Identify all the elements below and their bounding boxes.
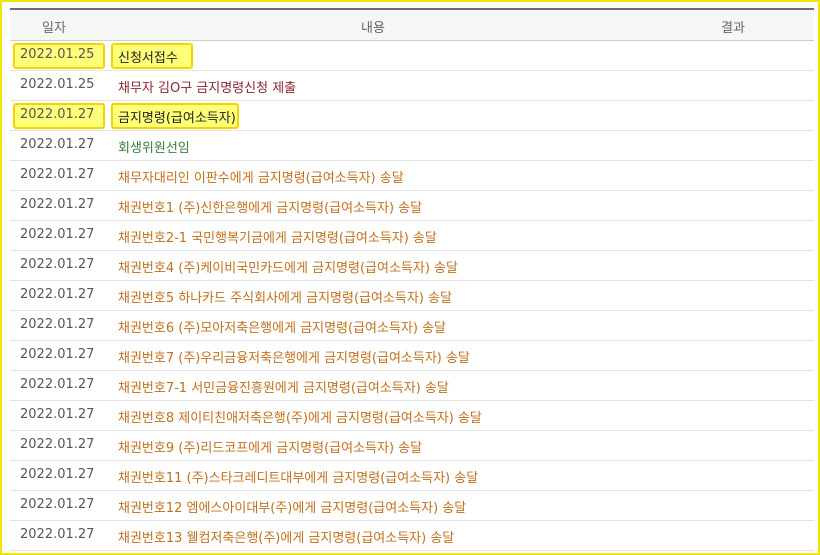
row-content: 채무자 김O구 금지명령신청 제출 [118, 81, 297, 96]
table-row: 2022.01.27 채권번호13 웰컴저축은행(주)에게 금지명령(급여소득자… [10, 521, 814, 551]
row-date: 2022.01.27 [20, 257, 95, 272]
row-date: 2022.01.27 [20, 227, 95, 242]
table-row: 2022.01.27 채무자대리인 이판수에게 금지명령(급여소득자) 송달 [10, 161, 814, 191]
row-content: 채권번호1 (주)신한은행에게 금지명령(급여소득자) 송달 [118, 201, 423, 216]
row-content: 신청서접수 [118, 51, 178, 66]
table-row: 2022.01.27 채권번호7 (주)우리금융저축은행에게 금지명령(급여소득… [10, 341, 814, 371]
row-date: 2022.01.27 [20, 137, 95, 152]
header-content: 내용 [361, 21, 385, 36]
table-row: 2022.01.27 채권번호8 제이티친애저축은행(주)에게 금지명령(급여소… [10, 401, 814, 431]
case-history-table: 일자 내용 결과 2022.01.25 신청서접수 2022.01.25 채무자… [10, 8, 814, 551]
header-result: 결과 [721, 21, 745, 36]
table-row: 2022.01.25 신청서접수 [10, 41, 814, 71]
table-row: 2022.01.27 회생위원선임 [10, 131, 814, 161]
table-row: 2022.01.27 채권번호6 (주)모아저축은행에게 금지명령(급여소득자)… [10, 311, 814, 341]
table-row: 2022.01.27 채권번호2-1 국민행복기금에게 금지명령(급여소득자) … [10, 221, 814, 251]
row-date: 2022.01.27 [20, 527, 95, 542]
row-date: 2022.01.27 [20, 167, 95, 182]
table-row: 2022.01.27 금지명령(급여소득자) [10, 101, 814, 131]
row-content: 채권번호5 하나카드 주식회사에게 금지명령(급여소득자) 송달 [118, 291, 452, 306]
row-content: 채권번호8 제이티친애저축은행(주)에게 금지명령(급여소득자) 송달 [118, 411, 482, 426]
table-header: 일자 내용 결과 [10, 8, 814, 41]
table-row: 2022.01.27 채권번호5 하나카드 주식회사에게 금지명령(급여소득자)… [10, 281, 814, 311]
row-content: 채무자대리인 이판수에게 금지명령(급여소득자) 송달 [118, 171, 404, 186]
row-date: 2022.01.27 [20, 197, 95, 212]
row-date: 2022.01.27 [20, 377, 95, 392]
table-row: 2022.01.27 채권번호1 (주)신한은행에게 금지명령(급여소득자) 송… [10, 191, 814, 221]
table-row: 2022.01.27 채권번호7-1 서민금융진흥원에게 금지명령(급여소득자)… [10, 371, 814, 401]
row-date: 2022.01.27 [20, 497, 95, 512]
table-row: 2022.01.27 채권번호4 (주)케이비국민카드에게 금지명령(급여소득자… [10, 251, 814, 281]
row-content: 채권번호2-1 국민행복기금에게 금지명령(급여소득자) 송달 [118, 231, 437, 246]
row-date: 2022.01.27 [20, 107, 95, 122]
row-content: 채권번호7 (주)우리금융저축은행에게 금지명령(급여소득자) 송달 [118, 351, 470, 366]
header-date: 일자 [42, 21, 66, 36]
row-content: 회생위원선임 [118, 141, 190, 156]
row-content: 채권번호7-1 서민금융진흥원에게 금지명령(급여소득자) 송달 [118, 381, 449, 396]
table-row: 2022.01.25 채무자 김O구 금지명령신청 제출 [10, 71, 814, 101]
row-date: 2022.01.25 [20, 47, 95, 62]
table-row: 2022.01.27 채권번호11 (주)스타크레디트대부에게 금지명령(급여소… [10, 461, 814, 491]
row-date: 2022.01.27 [20, 467, 95, 482]
row-date: 2022.01.27 [20, 437, 95, 452]
row-content: 채권번호9 (주)리드코프에게 금지명령(급여소득자) 송달 [118, 441, 423, 456]
row-date: 2022.01.27 [20, 317, 95, 332]
screenshot-frame: 일자 내용 결과 2022.01.25 신청서접수 2022.01.25 채무자… [0, 0, 820, 555]
row-date: 2022.01.27 [20, 347, 95, 362]
row-content: 채권번호6 (주)모아저축은행에게 금지명령(급여소득자) 송달 [118, 321, 446, 336]
row-date: 2022.01.27 [20, 287, 95, 302]
row-date: 2022.01.25 [20, 77, 95, 92]
row-content: 채권번호11 (주)스타크레디트대부에게 금지명령(급여소득자) 송달 [118, 471, 479, 486]
row-content: 금지명령(급여소득자) [118, 111, 236, 126]
row-content: 채권번호4 (주)케이비국민카드에게 금지명령(급여소득자) 송달 [118, 261, 458, 276]
row-content: 채권번호13 웰컴저축은행(주)에게 금지명령(급여소득자) 송달 [118, 531, 455, 546]
table-row: 2022.01.27 채권번호12 엠에스아이대부(주)에게 금지명령(급여소득… [10, 491, 814, 521]
row-content: 채권번호12 엠에스아이대부(주)에게 금지명령(급여소득자) 송달 [118, 501, 467, 516]
table-row: 2022.01.27 채권번호9 (주)리드코프에게 금지명령(급여소득자) 송… [10, 431, 814, 461]
row-date: 2022.01.27 [20, 407, 95, 422]
